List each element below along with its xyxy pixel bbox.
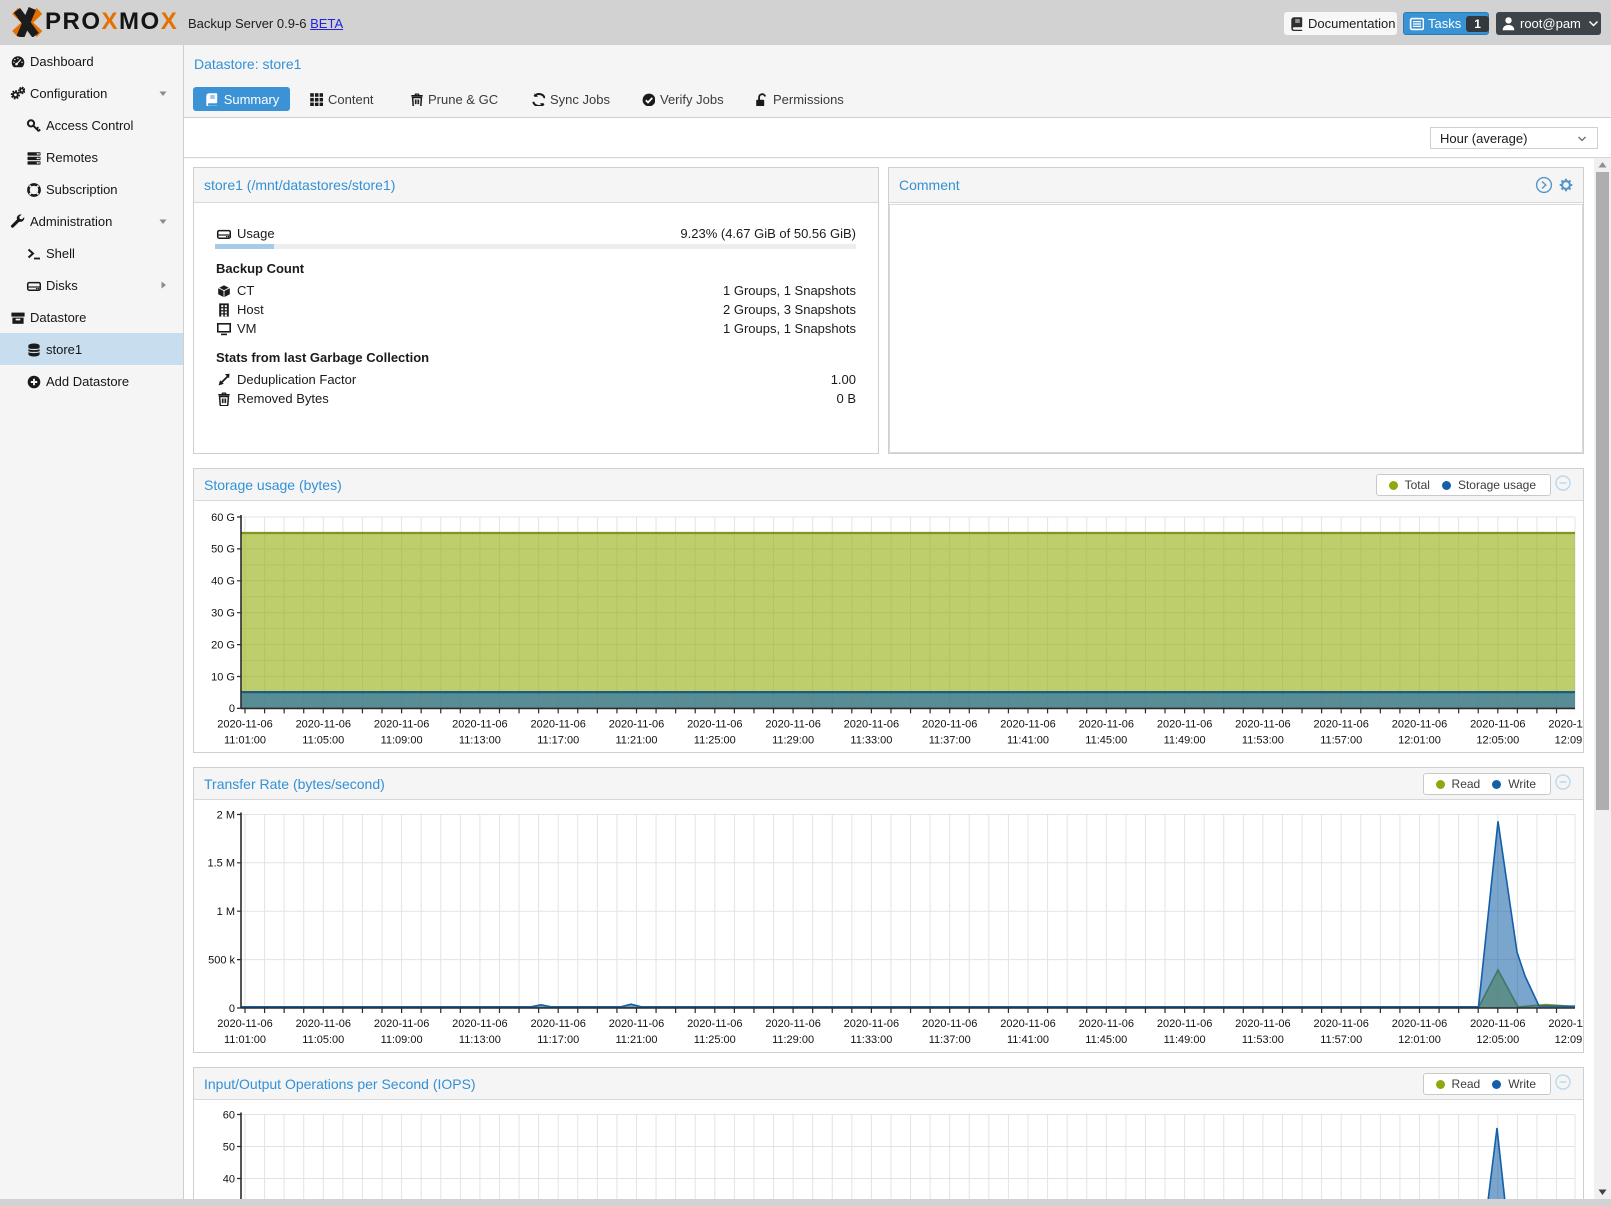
svg-text:11:01:00: 11:01:00 — [224, 1034, 266, 1046]
svg-text:11:01:00: 11:01:00 — [224, 734, 266, 746]
svg-text:30 G: 30 G — [211, 608, 235, 620]
svg-text:2020-11-06: 2020-11-06 — [452, 1018, 507, 1030]
svg-text:2020-11-06: 2020-11-06 — [844, 718, 899, 730]
svg-text:11:25:00: 11:25:00 — [694, 1034, 736, 1046]
svg-text:50: 50 — [223, 1141, 235, 1153]
svg-text:11:21:00: 11:21:00 — [615, 734, 657, 746]
svg-text:2020-11-06: 2020-11-06 — [609, 1018, 664, 1030]
svg-text:2020-11-06: 2020-11-06 — [1079, 1018, 1134, 1030]
svg-text:2020-11-06: 2020-11-06 — [296, 1018, 351, 1030]
svg-text:11:49:00: 11:49:00 — [1164, 1034, 1206, 1046]
svg-text:11:17:00: 11:17:00 — [537, 1034, 579, 1046]
svg-text:11:09:00: 11:09:00 — [381, 734, 423, 746]
svg-text:11:05:00: 11:05:00 — [302, 734, 344, 746]
svg-text:11:17:00: 11:17:00 — [537, 734, 579, 746]
svg-text:2020-11-06: 2020-11-06 — [1548, 1018, 1583, 1030]
svg-text:2020-11-06: 2020-11-06 — [844, 1018, 899, 1030]
svg-text:2020-11-06: 2020-11-06 — [530, 1018, 585, 1030]
svg-text:40 G: 40 G — [211, 576, 235, 588]
svg-text:2020-11-06: 2020-11-06 — [1313, 718, 1368, 730]
svg-text:2020-11-06: 2020-11-06 — [765, 1018, 820, 1030]
svg-text:11:41:00: 11:41:00 — [1007, 1034, 1049, 1046]
svg-text:1 M: 1 M — [217, 906, 235, 918]
svg-text:11:29:00: 11:29:00 — [772, 1034, 814, 1046]
svg-text:11:37:00: 11:37:00 — [929, 734, 971, 746]
svg-text:2020-11-06: 2020-11-06 — [1548, 718, 1583, 730]
svg-text:2020-11-06: 2020-11-06 — [1000, 718, 1055, 730]
svg-text:2020-11-06: 2020-11-06 — [217, 718, 272, 730]
svg-text:20 G: 20 G — [211, 639, 235, 651]
svg-text:11:57:00: 11:57:00 — [1320, 1034, 1362, 1046]
svg-text:2020-11-06: 2020-11-06 — [1079, 718, 1134, 730]
svg-text:60 G: 60 G — [211, 512, 235, 524]
svg-text:11:09:00: 11:09:00 — [381, 1034, 423, 1046]
svg-text:11:21:00: 11:21:00 — [615, 1034, 657, 1046]
svg-text:500 k: 500 k — [208, 954, 235, 966]
svg-text:2020-11-06: 2020-11-06 — [687, 718, 742, 730]
svg-text:10 G: 10 G — [211, 671, 235, 683]
svg-text:0: 0 — [229, 1003, 235, 1015]
svg-text:2020-11-06: 2020-11-06 — [1313, 1018, 1368, 1030]
svg-text:2020-11-06: 2020-11-06 — [1235, 1018, 1290, 1030]
svg-text:2020-11-06: 2020-11-06 — [217, 1018, 272, 1030]
svg-text:12:09:00: 12:09:00 — [1555, 1034, 1583, 1046]
svg-text:2020-11-06: 2020-11-06 — [374, 718, 429, 730]
svg-text:11:49:00: 11:49:00 — [1164, 734, 1206, 746]
svg-text:11:33:00: 11:33:00 — [850, 734, 892, 746]
svg-text:11:13:00: 11:13:00 — [459, 734, 501, 746]
svg-text:2020-11-06: 2020-11-06 — [374, 1018, 429, 1030]
svg-text:11:13:00: 11:13:00 — [459, 1034, 501, 1046]
svg-text:11:45:00: 11:45:00 — [1085, 1034, 1127, 1046]
svg-text:60: 60 — [223, 1109, 235, 1121]
svg-text:11:57:00: 11:57:00 — [1320, 734, 1362, 746]
svg-text:2020-11-06: 2020-11-06 — [1470, 1018, 1525, 1030]
svg-text:2020-11-06: 2020-11-06 — [530, 718, 585, 730]
svg-text:12:01:00: 12:01:00 — [1398, 734, 1441, 746]
svg-text:11:53:00: 11:53:00 — [1242, 1034, 1284, 1046]
svg-text:2020-11-06: 2020-11-06 — [922, 1018, 977, 1030]
svg-text:0: 0 — [229, 703, 235, 715]
svg-text:11:37:00: 11:37:00 — [929, 1034, 971, 1046]
svg-text:2020-11-06: 2020-11-06 — [1392, 1018, 1447, 1030]
svg-text:2020-11-06: 2020-11-06 — [765, 718, 820, 730]
svg-text:2 M: 2 M — [217, 809, 235, 821]
svg-text:11:25:00: 11:25:00 — [694, 734, 736, 746]
svg-text:11:29:00: 11:29:00 — [772, 734, 814, 746]
svg-text:2020-11-06: 2020-11-06 — [609, 718, 664, 730]
svg-text:11:53:00: 11:53:00 — [1242, 734, 1284, 746]
svg-text:12:05:00: 12:05:00 — [1476, 1034, 1519, 1046]
svg-text:11:33:00: 11:33:00 — [850, 1034, 892, 1046]
svg-text:2020-11-06: 2020-11-06 — [922, 718, 977, 730]
svg-text:2020-11-06: 2020-11-06 — [1392, 718, 1447, 730]
svg-text:2020-11-06: 2020-11-06 — [452, 718, 507, 730]
svg-text:2020-11-06: 2020-11-06 — [1470, 718, 1525, 730]
svg-text:2020-11-06: 2020-11-06 — [1235, 718, 1290, 730]
svg-text:12:01:00: 12:01:00 — [1398, 1034, 1441, 1046]
svg-text:2020-11-06: 2020-11-06 — [687, 1018, 742, 1030]
svg-text:2020-11-06: 2020-11-06 — [296, 718, 351, 730]
svg-text:12:09:00: 12:09:00 — [1555, 734, 1583, 746]
svg-text:2020-11-06: 2020-11-06 — [1157, 718, 1212, 730]
svg-text:40: 40 — [223, 1173, 235, 1185]
svg-text:2020-11-06: 2020-11-06 — [1000, 1018, 1055, 1030]
svg-text:12:05:00: 12:05:00 — [1476, 734, 1519, 746]
svg-text:1.5 M: 1.5 M — [207, 858, 235, 870]
svg-text:11:41:00: 11:41:00 — [1007, 734, 1049, 746]
svg-text:11:45:00: 11:45:00 — [1085, 734, 1127, 746]
svg-text:11:05:00: 11:05:00 — [302, 1034, 344, 1046]
svg-text:2020-11-06: 2020-11-06 — [1157, 1018, 1212, 1030]
svg-text:50 G: 50 G — [211, 544, 235, 556]
